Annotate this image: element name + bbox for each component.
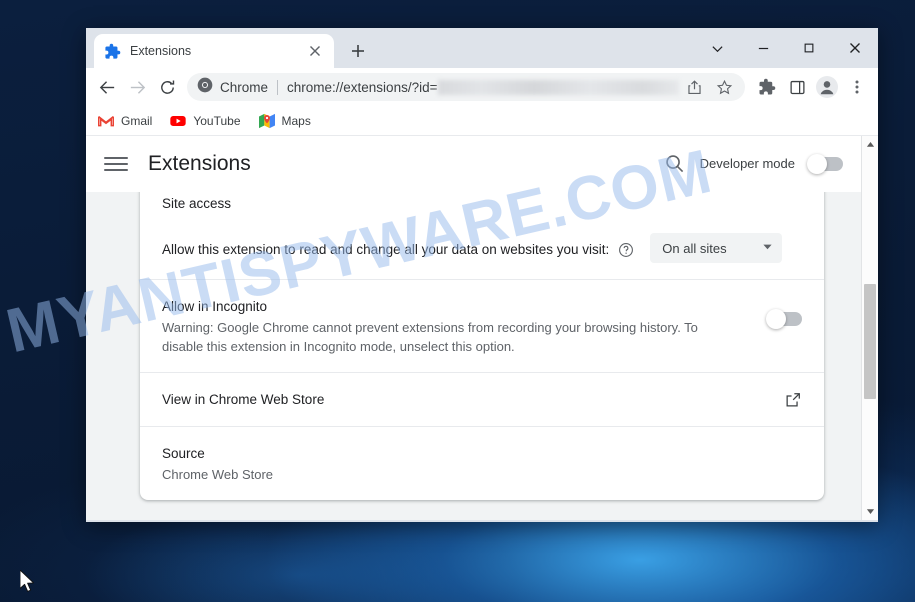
- reload-icon[interactable]: [152, 72, 182, 102]
- site-access-selected-value: On all sites: [662, 240, 727, 256]
- bookmark-label: Gmail: [121, 113, 153, 128]
- omnibox-redacted-extension-id: [438, 79, 679, 95]
- forward-arrow-icon[interactable]: [122, 72, 152, 102]
- scroll-down-arrow-icon[interactable]: [862, 503, 878, 520]
- address-bar[interactable]: Chrome chrome://extensions/?id=: [187, 73, 745, 101]
- close-icon[interactable]: [306, 42, 324, 60]
- tab-strip: Extensions: [86, 28, 878, 68]
- browser-window: Extensions Chrome chrome://extensions/?i…: [86, 28, 878, 522]
- browser-tab-extensions[interactable]: Extensions: [94, 34, 334, 68]
- hamburger-menu-icon[interactable]: [104, 152, 128, 176]
- extensions-page: Extensions Developer mode Block content …: [86, 136, 861, 520]
- omnibox-scheme-label: Chrome: [220, 79, 269, 95]
- search-icon[interactable]: [664, 153, 686, 175]
- profile-avatar-icon[interactable]: [812, 72, 842, 102]
- close-icon[interactable]: [832, 28, 878, 68]
- page-title: Extensions: [148, 151, 251, 175]
- site-access-description: Allow this extension to read and change …: [162, 242, 610, 257]
- incognito-row: Allow in Incognito Warning: Google Chrom…: [140, 279, 824, 372]
- developer-mode-toggle[interactable]: [807, 153, 843, 174]
- omnibox-divider: [277, 79, 279, 95]
- three-dot-menu-icon[interactable]: [842, 72, 872, 102]
- mouse-pointer-icon: [19, 569, 37, 600]
- bookmark-maps[interactable]: Maps: [258, 113, 311, 129]
- webstore-row[interactable]: View in Chrome Web Store: [140, 372, 824, 426]
- back-arrow-icon[interactable]: [92, 72, 122, 102]
- maximize-icon[interactable]: [786, 28, 832, 68]
- extensions-page-header: Extensions Developer mode: [86, 136, 861, 192]
- site-access-row: Site access Allow this extension to read…: [140, 192, 824, 279]
- source-row: Source Chrome Web Store: [140, 426, 824, 500]
- omnibox-url-text: chrome://extensions/?id=: [287, 79, 438, 95]
- toggle-knob: [807, 153, 827, 174]
- extensions-scroll-area: Block content on any page Site access Al…: [86, 192, 861, 520]
- chevron-down-icon[interactable]: [694, 28, 740, 68]
- extension-detail-card: Block content on any page Site access Al…: [140, 192, 824, 500]
- incognito-heading: Allow in Incognito: [162, 299, 268, 314]
- bookmarks-bar: Gmail YouTube Maps: [86, 106, 878, 136]
- chrome-logo-icon: [197, 77, 213, 98]
- omnibox-actions: [679, 73, 739, 101]
- scrollbar-thumb[interactable]: [864, 284, 876, 399]
- bookmark-gmail[interactable]: Gmail: [97, 113, 153, 129]
- developer-mode-label: Developer mode: [699, 156, 795, 171]
- bookmark-youtube[interactable]: YouTube: [170, 113, 241, 129]
- external-link-icon[interactable]: [784, 391, 802, 409]
- scroll-up-arrow-icon[interactable]: [862, 136, 878, 153]
- maps-icon: [258, 113, 275, 129]
- new-tab-button[interactable]: [344, 37, 372, 65]
- incognito-warning: Warning: Google Chrome cannot prevent ex…: [162, 320, 698, 354]
- webstore-label: View in Chrome Web Store: [162, 392, 325, 407]
- toggle-knob: [766, 309, 786, 329]
- site-access-select[interactable]: On all sites: [650, 233, 783, 263]
- window-controls: [694, 28, 878, 68]
- incognito-toggle[interactable]: [766, 309, 802, 329]
- puzzle-piece-icon: [104, 43, 121, 60]
- bookmark-star-icon[interactable]: [709, 73, 739, 101]
- chevron-down-icon: [762, 239, 773, 257]
- page-viewport: Extensions Developer mode Block content …: [86, 136, 878, 520]
- minimize-icon[interactable]: [740, 28, 786, 68]
- gmail-icon: [97, 113, 115, 129]
- help-circle-icon[interactable]: [618, 242, 634, 258]
- share-icon[interactable]: [679, 73, 709, 101]
- youtube-icon: [170, 113, 187, 129]
- extensions-puzzle-icon[interactable]: [752, 72, 782, 102]
- tab-title: Extensions: [130, 44, 192, 58]
- bookmark-label: Maps: [281, 113, 311, 128]
- source-heading: Source: [162, 446, 205, 461]
- bookmark-label: YouTube: [193, 113, 241, 128]
- site-access-heading: Site access: [162, 196, 232, 211]
- browser-toolbar: Chrome chrome://extensions/?id=: [86, 68, 878, 106]
- source-value: Chrome Web Store: [162, 467, 274, 482]
- side-panel-icon[interactable]: [782, 72, 812, 102]
- page-scrollbar[interactable]: [861, 136, 878, 520]
